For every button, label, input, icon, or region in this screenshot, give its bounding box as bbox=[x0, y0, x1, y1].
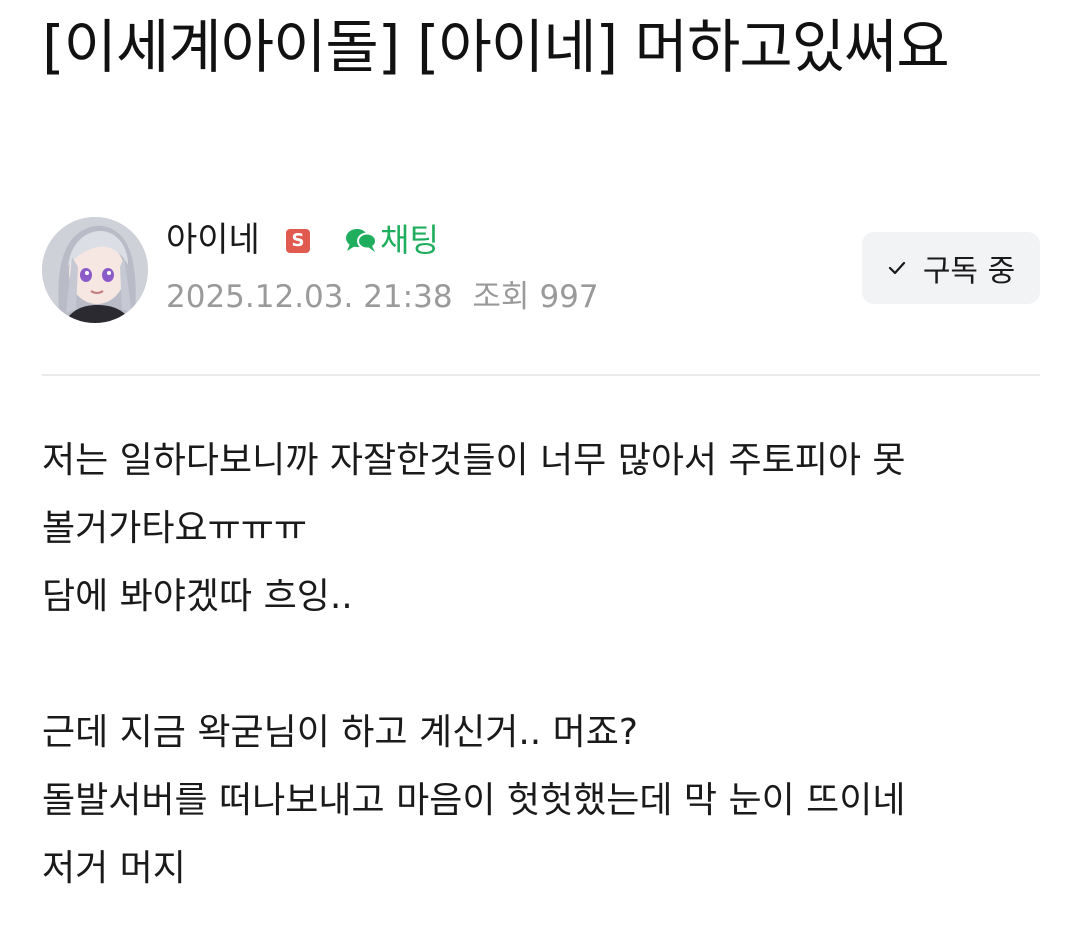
content-line: 근데 지금 왁굳님이 하고 계신거.. 머죠? bbox=[42, 712, 639, 753]
chat-link[interactable]: 채팅 bbox=[344, 217, 439, 263]
chat-label: 채팅 bbox=[380, 221, 439, 259]
author-level-badge: S bbox=[286, 229, 310, 253]
content-line: 볼거가타요ㅠㅠㅠ bbox=[42, 508, 307, 549]
post-date: 2025.12.03. 21:38 bbox=[166, 279, 453, 315]
chat-bubbles-icon bbox=[346, 229, 377, 252]
content-line: 담에 봐야겠따 흐잉.. bbox=[42, 576, 353, 617]
subscribe-button[interactable]: 구독 중 bbox=[862, 232, 1040, 304]
author-info: 아이네 S 채팅 2025.12.03. 21:38 조회 997 구독 중 bbox=[42, 215, 1040, 325]
avatar-image bbox=[42, 217, 148, 323]
author-name[interactable]: 아이네 bbox=[166, 217, 260, 263]
content-line-blank bbox=[42, 631, 1052, 699]
content-line: 돌발서버를 떠나보내고 마음이 헛헛했는데 막 눈이 뜨이네 bbox=[42, 780, 906, 821]
check-icon bbox=[888, 261, 905, 275]
divider bbox=[42, 374, 1040, 376]
subscribe-label: 구독 중 bbox=[922, 254, 1016, 289]
post-title: [이세계아이돌] [아이네] 머하고있써요 bbox=[42, 13, 950, 81]
views-count: 997 bbox=[539, 279, 599, 315]
content-line: 저거 머지 bbox=[42, 848, 186, 889]
post-content: 저는 일하다보니까 자잘한것들이 너무 많아서 주토피아 못 볼거가타요ㅠㅠㅠ … bbox=[42, 427, 1052, 903]
post-meta: 2025.12.03. 21:38 조회 997 bbox=[166, 275, 609, 319]
content-line: 저는 일하다보니까 자잘한것들이 너무 많아서 주토피아 못 bbox=[42, 440, 906, 481]
views-label: 조회 bbox=[472, 279, 530, 315]
author-avatar[interactable] bbox=[42, 217, 148, 323]
